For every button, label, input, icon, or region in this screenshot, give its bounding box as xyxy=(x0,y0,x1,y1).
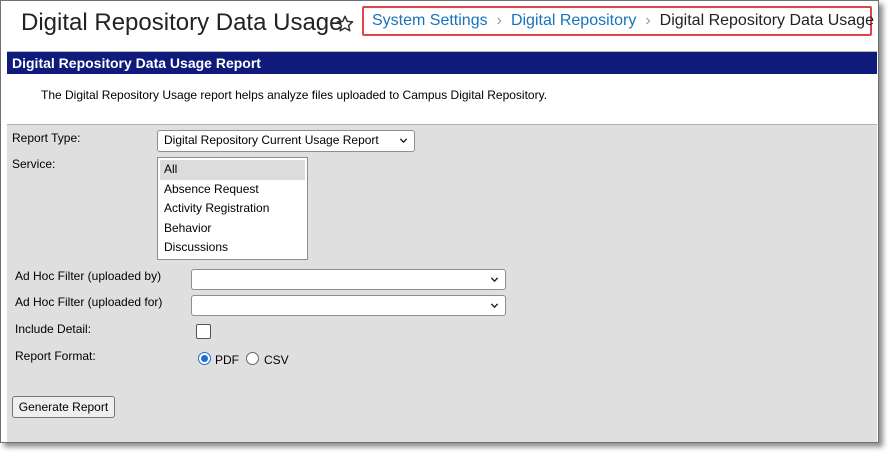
format-pdf-label[interactable]: PDF xyxy=(215,353,239,367)
report-panel: Digital Repository Data Usage Report The… xyxy=(7,51,877,442)
report-format-label: Report Format: xyxy=(15,349,96,363)
service-option-absence-request[interactable]: Absence Request xyxy=(158,180,307,200)
service-option-all[interactable]: All xyxy=(160,160,305,180)
breadcrumb: System Settings › Digital Repository › D… xyxy=(362,6,874,36)
breadcrumb-digital-repository[interactable]: Digital Repository xyxy=(511,12,636,30)
breadcrumb-current: Digital Repository Data Usage xyxy=(659,12,874,29)
service-option-discussions[interactable]: Discussions xyxy=(158,238,307,258)
service-label: Service: xyxy=(12,157,56,171)
page-header: Digital Repository Data Usage System Set… xyxy=(1,1,878,47)
format-pdf-radio[interactable] xyxy=(198,352,211,365)
service-option-activity-registration[interactable]: Activity Registration xyxy=(158,199,307,219)
service-listbox[interactable]: All Absence Request Activity Registratio… xyxy=(157,157,308,260)
panel-description: The Digital Repository Usage report help… xyxy=(7,74,877,125)
chevron-down-icon xyxy=(399,138,408,144)
format-csv-radio[interactable] xyxy=(246,352,259,365)
breadcrumb-system-settings[interactable]: System Settings xyxy=(372,12,488,30)
chevron-right-icon: › xyxy=(496,12,502,29)
generate-report-button[interactable]: Generate Report xyxy=(12,396,115,418)
chevron-down-icon xyxy=(490,303,499,309)
adhoc-uploaded-by-select[interactable] xyxy=(191,269,506,290)
service-option-behavior[interactable]: Behavior xyxy=(158,219,307,239)
include-detail-label: Include Detail: xyxy=(15,322,92,336)
star-icon[interactable] xyxy=(335,14,355,34)
report-type-label: Report Type: xyxy=(12,131,81,145)
report-type-value: Digital Repository Current Usage Report xyxy=(164,133,379,147)
report-type-select[interactable]: Digital Repository Current Usage Report xyxy=(157,130,415,152)
panel-title: Digital Repository Data Usage Report xyxy=(7,52,877,74)
chevron-right-icon: › xyxy=(645,12,651,29)
page-title: Digital Repository Data Usage xyxy=(21,9,343,36)
chevron-down-icon xyxy=(490,277,499,283)
include-detail-checkbox[interactable] xyxy=(196,324,211,339)
format-csv-label[interactable]: CSV xyxy=(264,353,289,367)
adhoc-uploaded-by-label: Ad Hoc Filter (uploaded by) xyxy=(15,269,162,283)
adhoc-uploaded-for-select[interactable] xyxy=(191,295,506,316)
adhoc-uploaded-for-label: Ad Hoc Filter (uploaded for) xyxy=(15,295,163,309)
app-window: Digital Repository Data Usage System Set… xyxy=(0,0,879,443)
